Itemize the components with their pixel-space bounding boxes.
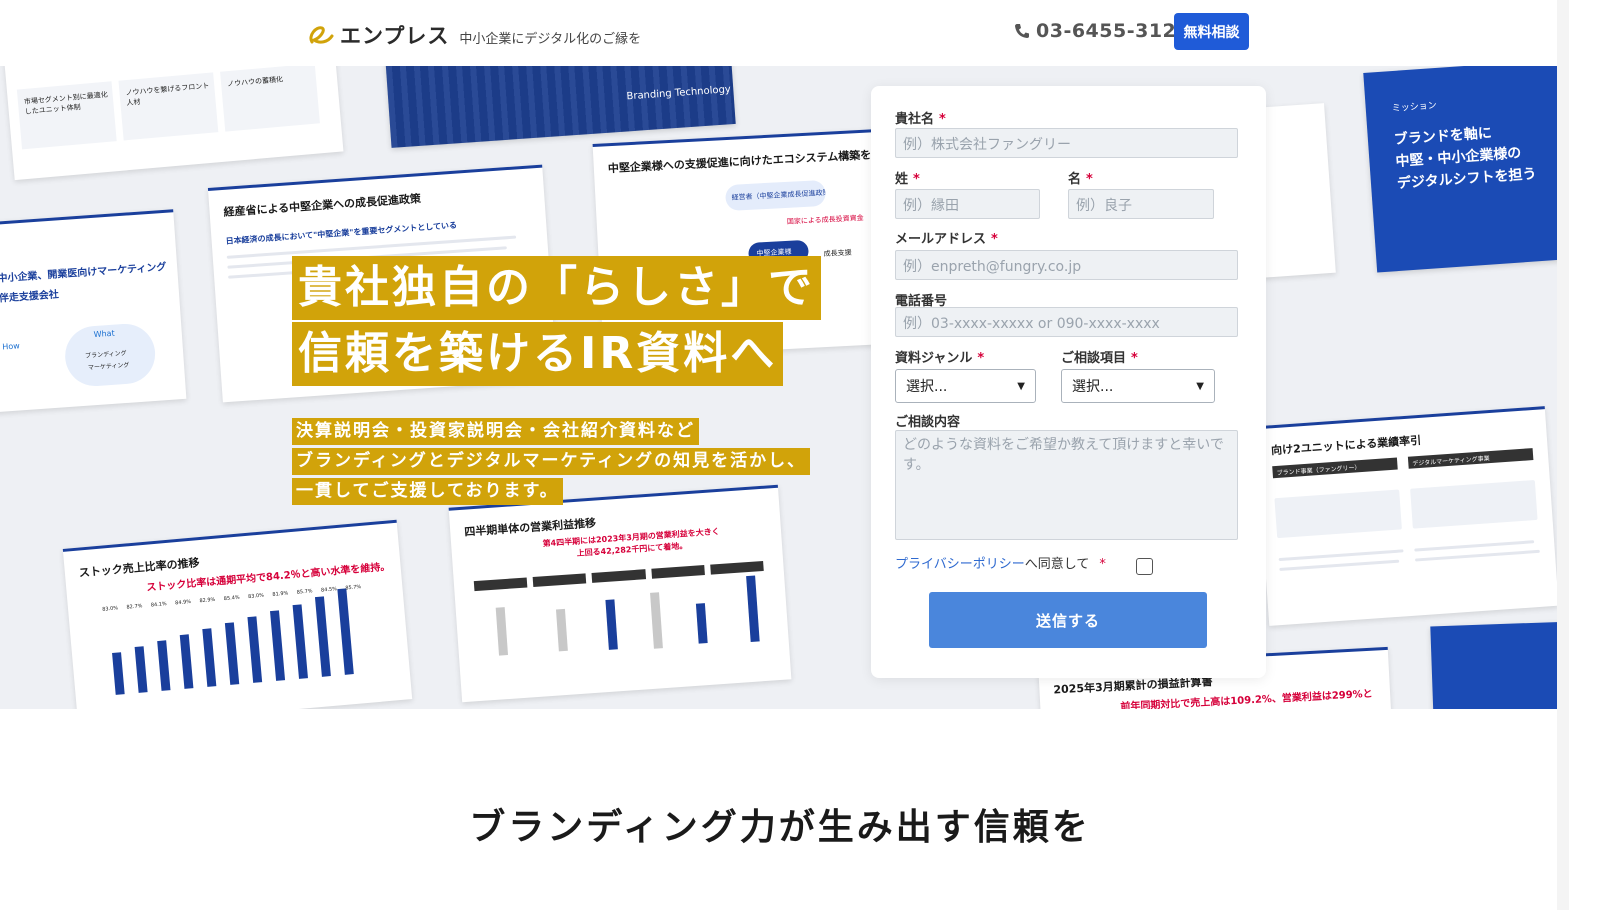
hero-subcopy: 決算説明会・投資家説明会・会社紹介資料など ブランディングとデジタルマーケティン… bbox=[292, 418, 811, 508]
free-consultation-button[interactable]: 無料相談 bbox=[1174, 13, 1249, 50]
company-label: 貴社名 * bbox=[895, 112, 946, 127]
chart-label: 85.4% bbox=[223, 594, 240, 603]
chart-bar bbox=[314, 596, 331, 677]
chart-bar bbox=[112, 652, 125, 695]
section-heading: ブランディング力が生み出す信頼を bbox=[469, 807, 1091, 848]
slide-text: ブランド事業（ファングリー） bbox=[1272, 457, 1398, 479]
subcopy-line: ブランディングとデジタルマーケティングの知見を活かし、 bbox=[292, 448, 811, 475]
chart-label: 83.0% bbox=[101, 605, 119, 613]
hero-section: 市場セグメント別に最適化したユニット体制 ノウハウを繋げるフロント人材 ノウハウ… bbox=[0, 66, 1560, 709]
chart-bar bbox=[224, 622, 240, 685]
chart-bar bbox=[179, 634, 194, 689]
slide-text: デジタルマーケティング事業 bbox=[1407, 448, 1534, 469]
scrollbar[interactable] bbox=[1557, 0, 1569, 910]
headline-line: 信頼を築けるIR資料へ bbox=[292, 322, 784, 386]
topic-select-value: 選択... bbox=[1072, 379, 1114, 395]
chart-bar bbox=[247, 616, 263, 683]
contact-form: 貴社名 * 例）株式会社ファングリー 姓 * 例）縁田 名 * 例）良子 メールアドレ… bbox=[871, 86, 1266, 678]
logo-name: エンプレス bbox=[340, 24, 450, 48]
background-slide: 中小企業、開業医向けマーケティング伴走支援会社 How What ブランディング… bbox=[0, 209, 187, 413]
chart-bar bbox=[202, 628, 217, 687]
last-name-label: 姓 * bbox=[895, 172, 920, 187]
email-field[interactable]: 例）enpreth@fungry.co.jp bbox=[895, 250, 1238, 280]
background-slide: 向け2ユニットによる業績率引 ブランド事業（ファングリー） デジタルマーケティン… bbox=[1255, 406, 1559, 626]
first-name-field[interactable]: 例）良子 bbox=[1068, 189, 1214, 219]
chart-label: 85.7% bbox=[296, 588, 313, 596]
chart-bar bbox=[134, 646, 148, 693]
diagram-node: 国家による成長投資資金 bbox=[786, 213, 864, 226]
message-label: ご相談内容 bbox=[895, 415, 961, 430]
privacy-text: へ同意して bbox=[1024, 557, 1090, 572]
slide-text: What bbox=[93, 328, 115, 340]
slide-title: 経産省による中堅企業への成長促進政策 bbox=[223, 192, 422, 219]
submit-button[interactable]: 送信する bbox=[929, 592, 1207, 648]
logo-tagline: 中小企業にデジタル化のご縁を bbox=[459, 31, 642, 47]
slide-title: 中堅企業様への支援促進に向けたエコシステム構築を目指す bbox=[607, 146, 904, 176]
chart-label: 81.9% bbox=[272, 590, 289, 598]
chart-bar bbox=[292, 604, 308, 679]
email-label: メールアドレス * bbox=[895, 232, 998, 247]
background-slide: 市場セグメント別に最適化したユニット体制 ノウハウを繋げるフロント人材 ノウハウ… bbox=[2, 66, 344, 181]
background-slide: Branding Technology bbox=[385, 66, 736, 148]
chevron-down-icon: ▼ bbox=[1017, 380, 1025, 392]
phone-number: 03-6455-3124 bbox=[1036, 20, 1190, 42]
chart-label: 84.9% bbox=[174, 598, 192, 607]
logo[interactable]: エンプレス 中小企業にデジタル化のご縁を bbox=[306, 20, 641, 50]
genre-label: 資料ジャンル * bbox=[895, 351, 985, 366]
last-name-field[interactable]: 例）縁田 bbox=[895, 189, 1040, 219]
chart-label: 84.1% bbox=[150, 601, 167, 609]
privacy-checkbox[interactable] bbox=[1136, 558, 1153, 575]
background-slide: ストック売上比率の推移 ストック比率は通期平均で84.2％と高い水準を維持。 8… bbox=[62, 519, 413, 709]
privacy-consent: プライバシーポリシーへ同意して * bbox=[895, 557, 1106, 572]
phone-icon bbox=[1015, 24, 1029, 38]
company-field[interactable]: 例）株式会社ファングリー bbox=[895, 128, 1238, 158]
background-slide bbox=[1430, 621, 1560, 709]
phone-contact[interactable]: 03-6455-3124 bbox=[1014, 20, 1190, 42]
chevron-down-icon: ▼ bbox=[1196, 380, 1204, 392]
chart-bar bbox=[157, 640, 171, 691]
topic-label: ご相談項目 * bbox=[1061, 351, 1138, 366]
genre-select-value: 選択... bbox=[906, 379, 948, 395]
slide-text: How bbox=[2, 341, 21, 352]
headline-line: 貴社独自の「らしさ」で bbox=[292, 256, 821, 320]
background-slide: 四半期単体の営業利益推移 第4四半期には2023年3月期の営業利益を大きく上回る… bbox=[448, 484, 792, 703]
hero-headline: 貴社独自の「らしさ」で 信頼を築けるIR資料へ bbox=[292, 256, 821, 386]
slide-title: 中小企業、開業医向けマーケティング伴走支援会社 bbox=[0, 261, 167, 305]
chart-label: 83.0% bbox=[247, 592, 265, 600]
chart-label: 84.5% bbox=[320, 586, 338, 594]
chart-label: 82.9% bbox=[199, 596, 216, 605]
chart-bar bbox=[270, 610, 286, 681]
site-header: エンプレス 中小企業にデジタル化のご縁を 03-6455-3124 無料相談 bbox=[0, 0, 1610, 66]
first-name-label: 名 * bbox=[1068, 172, 1093, 187]
diagram-node: 成長支援 bbox=[823, 248, 852, 259]
phone-field[interactable]: 例）03-xxxx-xxxxx or 090-xxxx-xxxx bbox=[895, 307, 1238, 337]
chart-label: 82.7% bbox=[126, 603, 143, 611]
subcopy-line: 一貫してご支援しております。 bbox=[292, 478, 563, 505]
slide-title: 向け2ユニットによる業績率引 bbox=[1270, 433, 1422, 458]
diagram-node: 経営者（中堅企業成長促進政策） bbox=[724, 179, 827, 212]
topic-select[interactable]: 選択... ▼ bbox=[1061, 369, 1215, 403]
chart-label: 85.7% bbox=[345, 584, 362, 592]
genre-select[interactable]: 選択... ▼ bbox=[895, 369, 1036, 403]
chart-bar bbox=[337, 588, 354, 675]
mission-slide: ミッション ブランドを軸に 中堅・中小企業様の デジタルシフトを担う bbox=[1363, 66, 1560, 273]
message-field[interactable]: どのような資料をご希望か教えて頂けますと幸いです。 bbox=[895, 430, 1238, 540]
logo-mark-icon bbox=[309, 26, 334, 44]
subcopy-line: 決算説明会・投資家説明会・会社紹介資料など bbox=[292, 418, 699, 445]
privacy-policy-link[interactable]: プライバシーポリシー bbox=[895, 557, 1025, 572]
mission-label: ミッション bbox=[1391, 101, 1438, 115]
